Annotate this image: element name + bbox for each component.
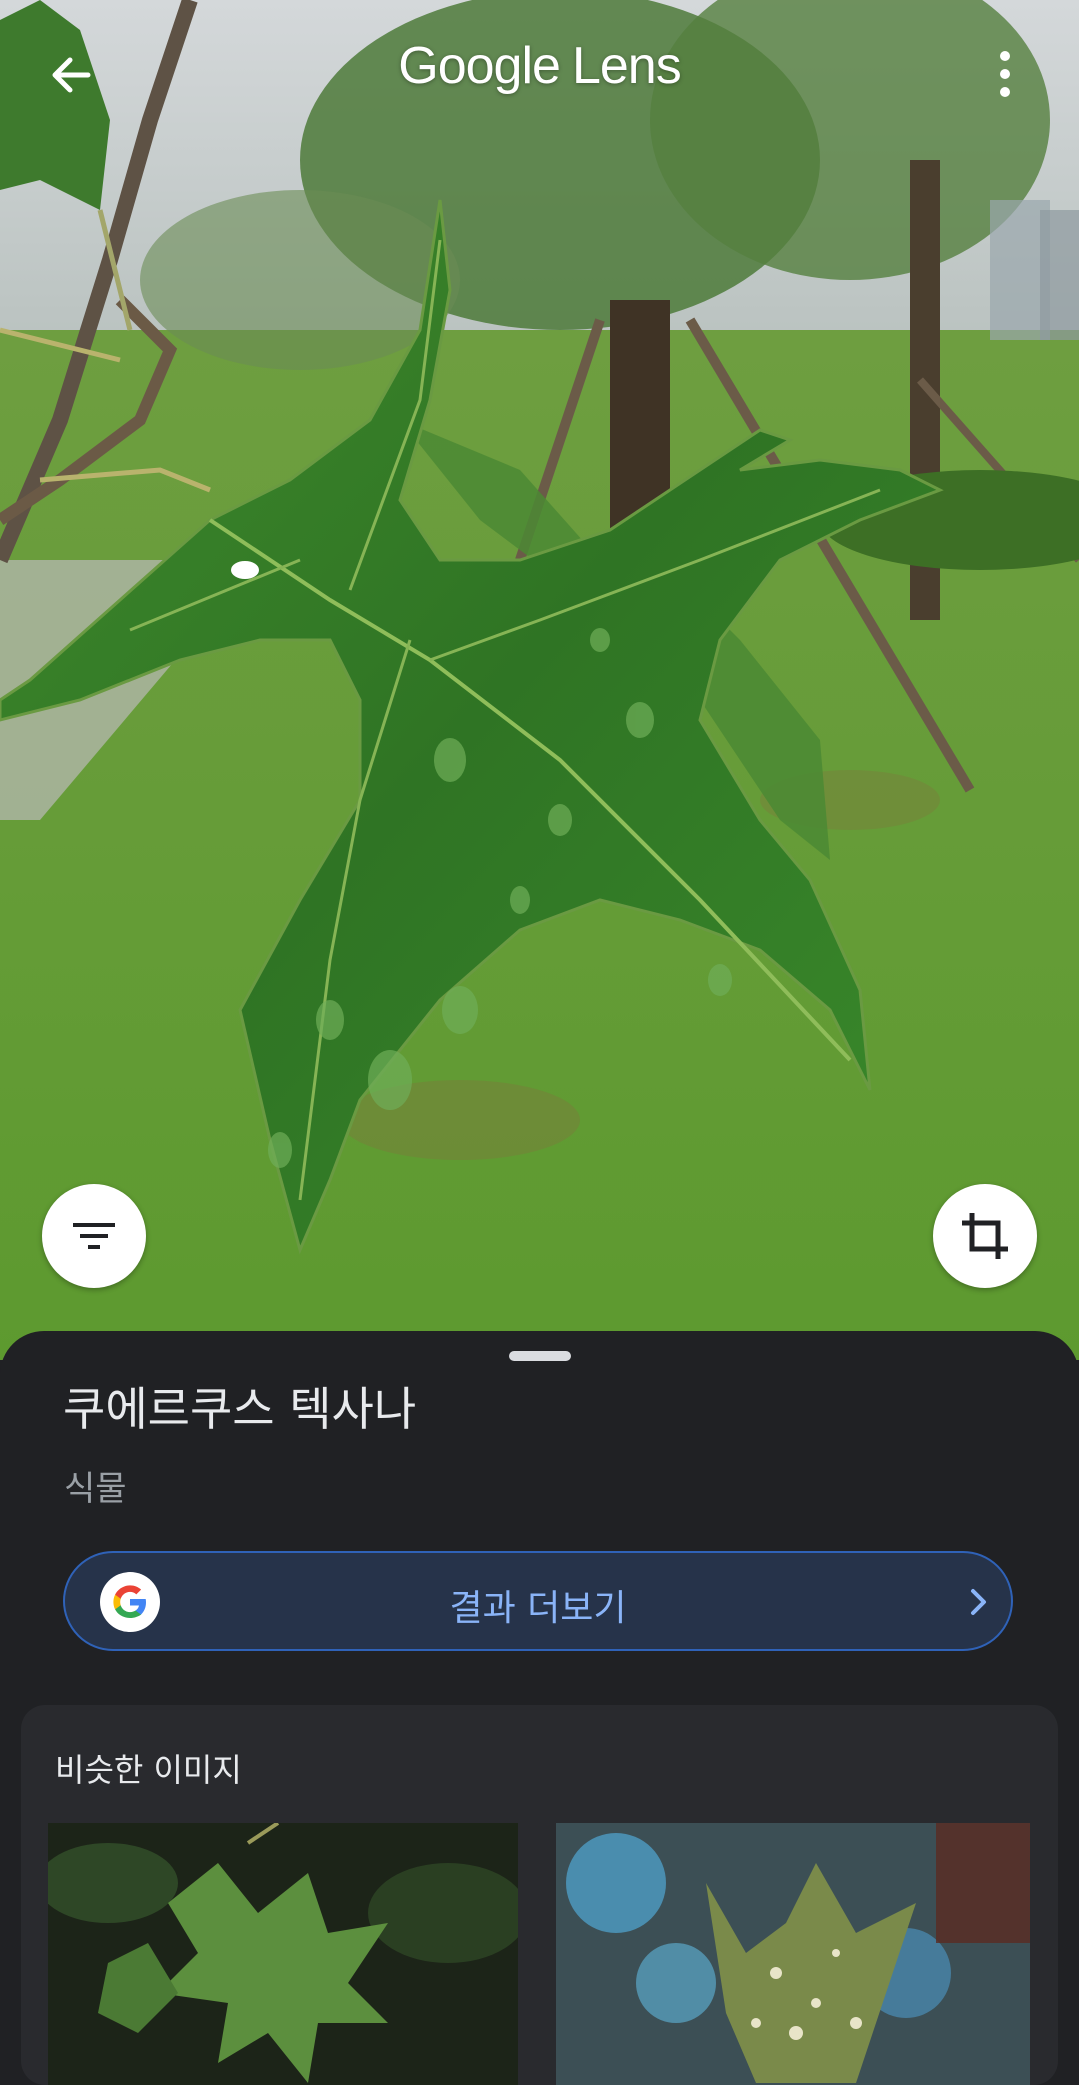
similar-images-card: 비슷한 이미지 xyxy=(21,1705,1058,2085)
similar-image-thumbnail[interactable] xyxy=(48,1823,518,2085)
filter-button[interactable] xyxy=(42,1184,146,1288)
captured-image[interactable] xyxy=(0,0,1079,1360)
app-bar: Google Lens xyxy=(0,0,1079,150)
sheet-drag-handle[interactable] xyxy=(509,1351,571,1361)
logo-google-text: Google xyxy=(398,37,561,95)
similar-image-thumbnail[interactable] xyxy=(556,1823,1030,2085)
more-results-label: 결과 더보기 xyxy=(449,1588,627,1629)
leaf-thumbnail-image xyxy=(556,1823,1030,2085)
similar-images-title: 비슷한 이미지 xyxy=(55,1751,242,1789)
more-vert-icon xyxy=(1000,51,1010,97)
chevron-right-icon xyxy=(971,1589,986,1615)
google-lens-logo: Google Lens xyxy=(0,36,1079,96)
logo-lens-text: Lens xyxy=(571,37,682,95)
leaf-photo-illustration xyxy=(0,0,1079,1360)
crop-icon xyxy=(962,1213,1008,1259)
more-results-button[interactable]: 결과 더보기 xyxy=(63,1551,1013,1651)
crop-button[interactable] xyxy=(933,1184,1037,1288)
result-title: 쿠에르쿠스 텍사나 xyxy=(63,1382,417,1436)
more-options-button[interactable] xyxy=(975,40,1035,110)
filter-icon xyxy=(73,1223,115,1249)
result-category: 식물 xyxy=(64,1469,127,1509)
leaf-thumbnail-image xyxy=(48,1823,518,2085)
results-bottom-sheet: 쿠에르쿠스 텍사나 식물 결과 더보기 비슷한 이미지 xyxy=(0,1331,1079,2085)
